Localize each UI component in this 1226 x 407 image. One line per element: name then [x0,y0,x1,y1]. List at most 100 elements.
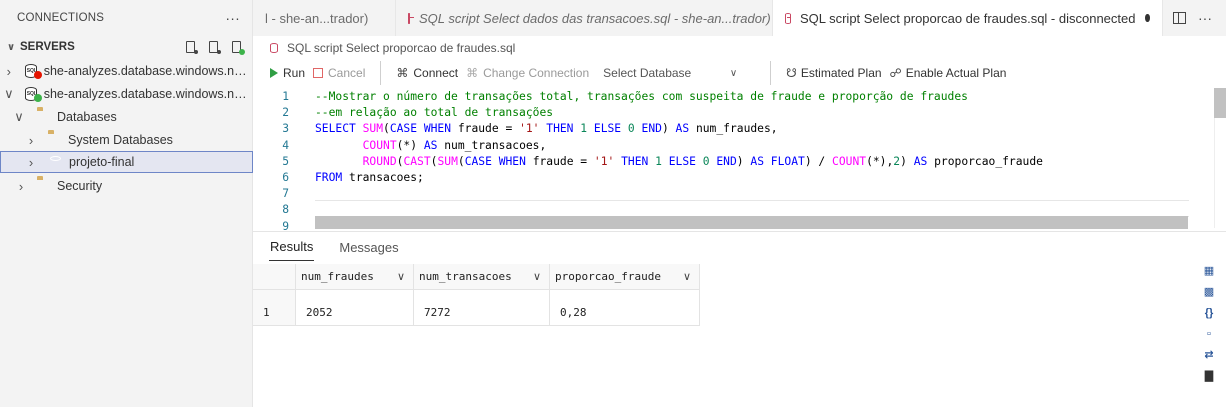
tab-messages[interactable]: Messages [338,240,399,261]
column-header[interactable]: proporcao_fraude ∨ [550,264,700,290]
copy-icon[interactable]: ⇄ [1201,348,1217,363]
server-icon: SQL [24,64,42,79]
unsaved-changes-icon[interactable] [1145,14,1150,22]
chevron-down-icon[interactable]: ∨ [13,109,25,125]
code-token: ELSE [661,154,703,168]
code-text: COUNT(*) AS num_transacoes, [315,138,547,154]
more-actions-icon[interactable]: ··· [1198,10,1212,26]
column-header[interactable]: num_fraudes ∨ [296,264,414,290]
code-token: --em relação ao total de transações [315,106,554,120]
system-databases-node[interactable]: › System Databases [0,129,253,151]
code-token: CASE WHEN [464,154,533,168]
enable-actual-plan-label: Enable Actual Plan [905,66,1007,80]
table-row[interactable]: 1 2052 7272 0,28 [253,300,700,326]
connect-button[interactable]: ⌘ Connect [392,66,462,80]
code-token: ) / [804,154,833,168]
new-connection-icon[interactable] [185,40,198,55]
chevron-right-icon[interactable]: › [25,155,37,170]
query-toolbar: Run Cancel ⌘ Connect ⌘ Change Connection… [266,60,1010,86]
chevron-right-icon[interactable]: › [15,179,27,194]
code-token: FROM [315,171,343,184]
column-header[interactable]: num_transacoes ∨ [414,264,550,290]
results-grid[interactable]: num_fraudes ∨ num_transacoes ∨ proporcao… [253,264,700,326]
split-editor-icon[interactable] [1173,12,1186,24]
row-header-corner[interactable] [253,264,296,290]
tab-results[interactable]: Results [269,239,315,261]
sql-file-icon [270,43,278,53]
project-database-node[interactable]: › projeto-final [0,151,253,173]
select-database-dropdown[interactable]: Select Database ∨ [599,66,759,80]
row-index[interactable]: 1 [253,300,296,326]
change-connection-button[interactable]: ⌘ Change Connection [462,66,593,80]
estimated-plan-label: Estimated Plan [800,66,882,80]
code-text: --em relação ao total de transações [315,105,553,121]
project-database-label: projeto-final [69,155,135,169]
code-line[interactable]: 7 [253,186,1226,202]
code-token: AS [423,138,438,152]
estimated-plan-button[interactable]: ☋ Estimated Plan [782,66,885,80]
servers-section-header[interactable]: ∨ SERVERS [0,36,252,58]
sql-file-icon [785,12,791,24]
chevron-right-icon[interactable]: › [3,64,15,79]
table-cell[interactable]: 2052 [296,300,414,326]
chevron-down-icon[interactable]: ∨ [533,270,541,283]
breadcrumb[interactable]: SQL script Select proporcao de fraudes.s… [270,38,515,58]
code-token: CASE WHEN [389,122,458,136]
results-panel-tabs: Results Messages [253,231,1226,261]
server-icon: SQL [24,87,42,102]
code-line[interactable]: 6 FROM transacoes; [253,170,1226,186]
chevron-down-icon[interactable]: ∨ [3,86,15,102]
save-as-csv-icon[interactable]: ▦ [1201,264,1217,279]
editor-tabs: l - she-an...trador) SQL script Select d… [253,0,1226,36]
grid-header-row: num_fraudes ∨ num_transacoes ∨ proporcao… [253,264,700,290]
chevron-down-icon[interactable]: ∨ [397,270,405,283]
tab-label: SQL script Select dados das transacoes.s… [419,10,771,26]
code-line[interactable]: 1 --Mostrar o número de transações total,… [253,89,1226,105]
server-node-1[interactable]: › SQL she-analyzes.database.windows.net,… [0,60,253,82]
toolbar-divider [380,61,382,85]
chart-icon[interactable]: ▇ [1201,369,1217,384]
select-database-label: Select Database [603,66,692,80]
code-line[interactable]: 2 --em relação ao total de transações [253,105,1226,121]
tab-select-proporcao-fraudes[interactable]: SQL script Select proporcao de fraudes.s… [773,0,1163,36]
cancel-button[interactable]: Cancel [309,66,369,80]
code-line[interactable]: 5 ROUND(CAST(SUM(CASE WHEN fraude = '1' … [253,154,1226,170]
column-header-label: num_fraudes [301,270,374,283]
line-number: 6 [282,171,289,184]
tab-previous-script[interactable]: l - she-an...trador) [253,0,396,36]
code-line[interactable]: 8 [253,202,1226,218]
databases-label: Databases [57,110,117,124]
save-as-xml-icon[interactable]: ▫ [1201,327,1217,342]
code-token: END [634,122,662,136]
chevron-down-icon[interactable]: ∨ [4,42,18,53]
run-button[interactable]: Run [266,66,309,80]
code-token: '1' [593,154,615,168]
code-line[interactable]: 3 SELECT SUM(CASE WHEN fraude = '1' THEN … [253,121,1226,137]
active-connections-icon[interactable] [231,40,245,55]
chevron-down-icon[interactable]: ∨ [683,270,691,283]
table-cell[interactable]: 7272 [414,300,550,326]
chevron-right-icon[interactable]: › [25,133,37,148]
connect-label: Connect [413,66,459,80]
table-cell[interactable]: 0,28 [550,300,700,326]
save-as-excel-icon[interactable]: ▩ [1201,285,1217,300]
new-server-group-icon[interactable] [208,40,221,55]
line-number: 2 [282,106,289,120]
code-token: ) [661,122,676,136]
line-number: 1 [282,90,289,103]
code-text: --Mostrar o número de transações total, … [315,89,968,105]
enable-actual-plan-button[interactable]: ☍ Enable Actual Plan [886,66,1011,80]
code-token: 0 [627,122,635,136]
more-actions-icon[interactable]: ··· [225,10,240,26]
code-line[interactable]: 4 COUNT(*) AS num_transacoes, [253,138,1226,154]
code-token: THEN [539,122,581,136]
tab-select-dados-transacoes[interactable]: SQL script Select dados das transacoes.s… [396,0,773,36]
save-as-json-icon[interactable]: {} [1201,306,1217,321]
sql-editor[interactable]: 1 --Mostrar o número de transações total,… [253,88,1226,233]
server-node-2[interactable]: ∨ SQL she-analyzes.database.windows.net,… [0,83,253,105]
code-token: fraude = [532,154,594,168]
security-node[interactable]: › Security [0,175,253,197]
code-token: CAST [403,154,431,168]
databases-node[interactable]: ∨ Databases [0,106,253,128]
